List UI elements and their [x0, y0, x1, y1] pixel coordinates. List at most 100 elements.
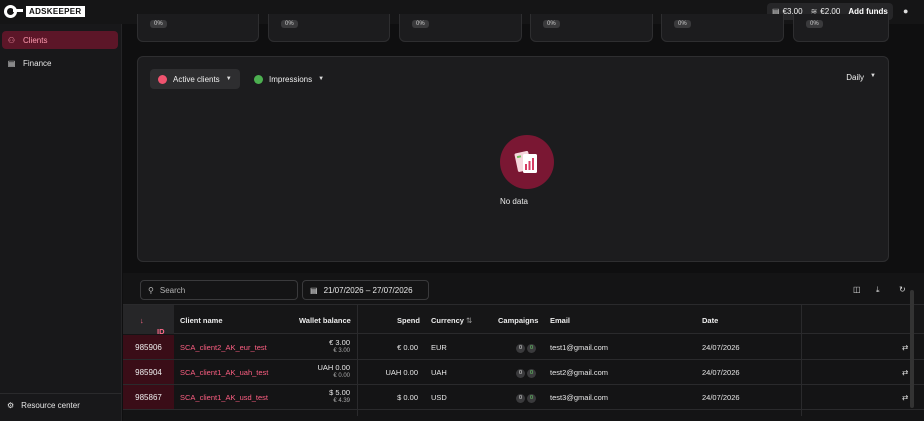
series-select-impressions[interactable]: Impressions ▼ — [246, 69, 332, 89]
search-input[interactable] — [159, 285, 290, 295]
search-icon: ⚲ — [148, 285, 154, 295]
users-icon: ⚇ — [7, 35, 16, 45]
column-header-client-name[interactable]: Client name — [180, 316, 223, 325]
refresh-icon[interactable]: ↻ — [899, 285, 906, 294]
stat-card: 0% — [793, 14, 889, 42]
campaign-counts: 00 — [516, 367, 538, 378]
stat-card: 0% — [268, 14, 390, 42]
email-value: test3@gmail.com — [550, 393, 609, 402]
table-row[interactable]: 985906 SCA_client2_AK_eur_test € 3.00 € … — [123, 335, 924, 360]
cell-id: 985867 — [123, 385, 174, 409]
date-value: 24/07/2026 — [702, 343, 740, 352]
stat-card: 0% — [137, 14, 259, 42]
scrollbar[interactable] — [910, 290, 914, 408]
wallet-balance-converted: € 3.00 — [333, 348, 350, 354]
spend-value: $ 0.00 — [397, 393, 418, 402]
period-label: Daily — [846, 73, 865, 82]
date-range-value: 21/07/2026 – 27/07/2026 — [323, 285, 413, 295]
caret-down-icon: ▼ — [870, 73, 876, 79]
column-divider — [801, 304, 802, 416]
date-value: 24/07/2026 — [702, 368, 740, 377]
series-color-dot — [158, 74, 167, 84]
table-header: ID ↓ Client name Wallet balance Spend Cu… — [123, 304, 924, 336]
table-row[interactable]: 985867 SCA_client1_AK_usd_test $ 5.00 € … — [123, 385, 924, 410]
email-value: test2@gmail.com — [550, 368, 609, 377]
currency-label-text: Currency — [431, 316, 464, 325]
logo[interactable]: ADSKEEPER — [4, 5, 85, 18]
logo-text: ADSKEEPER — [26, 6, 85, 17]
series-color-dot — [254, 74, 263, 84]
campaigns-paused-badge: 0 — [516, 369, 525, 378]
clients-table-area: ⚲ ▤ 21/07/2026 – 27/07/2026 ◫ ⤓ ↻ ID ↓ C… — [123, 273, 924, 421]
currency-value: UAH — [431, 368, 447, 377]
client-name-link[interactable]: SCA_client1_AK_uah_test — [180, 368, 268, 377]
logo-mark-icon — [4, 5, 23, 18]
sidebar-item-label: Finance — [23, 58, 52, 68]
campaigns-active-badge: 0 — [527, 369, 536, 378]
cell-id: 985906 — [123, 335, 174, 359]
campaigns-paused-badge: 0 — [516, 344, 525, 353]
column-header-campaigns[interactable]: Campaigns — [498, 316, 538, 325]
column-header-spend[interactable]: Spend — [397, 316, 420, 325]
wallet-balance-converted: € 4.39 — [333, 398, 350, 404]
client-name-link[interactable]: SCA_client2_AK_eur_test — [180, 343, 267, 352]
stat-change-badge: 0% — [281, 20, 298, 28]
campaigns-active-badge: 0 — [527, 344, 536, 353]
finance-chart-icon: ▤ — [7, 58, 16, 68]
column-header-email[interactable]: Email — [550, 316, 570, 325]
spend-value: UAH 0.00 — [385, 368, 418, 377]
stat-change-badge: 0% — [150, 20, 167, 28]
search-field[interactable]: ⚲ — [140, 280, 298, 300]
user-profile-icon[interactable]: ● — [903, 6, 908, 16]
column-header-wallet-balance[interactable]: Wallet balance — [299, 316, 351, 325]
series-select-active-clients[interactable]: Active clients ▼ — [150, 69, 240, 89]
stat-card: 0% — [399, 14, 522, 42]
login-as-client-icon[interactable]: ⇄ — [902, 393, 908, 402]
no-data-text: No data — [499, 197, 529, 206]
email-value: test1@gmail.com — [550, 343, 609, 352]
stat-change-badge: 0% — [806, 20, 823, 28]
sidebar-item-finance[interactable]: ▤ Finance — [2, 54, 118, 72]
table-row[interactable]: 985904 SCA_client1_AK_uah_test UAH 0.00 … — [123, 360, 924, 385]
login-as-client-icon[interactable]: ⇄ — [902, 368, 908, 377]
login-as-client-icon[interactable]: ⇄ — [902, 343, 908, 352]
sort-icon: ⇅ — [466, 316, 473, 325]
campaigns-active-badge: 0 — [527, 394, 536, 403]
no-data-icon — [500, 135, 554, 189]
period-select[interactable]: Daily ▼ — [846, 73, 876, 82]
sidebar-item-clients[interactable]: ⚇ Clients — [2, 31, 118, 49]
resource-center-link[interactable]: ⚙ Resource center — [2, 396, 80, 414]
campaign-counts: 00 — [516, 392, 538, 403]
series-label: Active clients — [173, 74, 220, 84]
currency-value: USD — [431, 393, 447, 402]
wallet-balance: € 3.00 — [329, 338, 350, 347]
column-divider — [357, 304, 358, 416]
sidebar-divider — [0, 393, 121, 394]
columns-toggle-icon[interactable]: ◫ — [853, 285, 861, 294]
column-header-id[interactable]: ID ↓ — [123, 305, 174, 336]
stat-change-badge: 0% — [674, 20, 691, 28]
stat-card: 0% — [661, 14, 784, 42]
chart-panel: Active clients ▼ Impressions ▼ Daily ▼ N… — [137, 56, 889, 262]
currency-value: EUR — [431, 343, 447, 352]
caret-down-icon: ▼ — [225, 76, 232, 82]
resource-center-label: Resource center — [21, 400, 80, 410]
client-name-link[interactable]: SCA_client1_AK_usd_test — [180, 393, 268, 402]
cell-id: 985904 — [123, 360, 174, 384]
column-header-date[interactable]: Date — [702, 316, 718, 325]
column-header-id-label: ID ↓ — [140, 316, 165, 336]
resource-center-icon: ⚙ — [7, 400, 15, 410]
column-header-currency[interactable]: Currency ⇅ — [431, 316, 472, 325]
date-range-picker[interactable]: ▤ 21/07/2026 – 27/07/2026 — [302, 280, 429, 300]
download-icon[interactable]: ⤓ — [876, 285, 880, 295]
date-value: 24/07/2026 — [702, 393, 740, 402]
stat-card: 0% — [530, 14, 653, 42]
stat-change-badge: 0% — [543, 20, 560, 28]
campaign-counts: 00 — [516, 342, 538, 353]
stat-change-badge: 0% — [412, 20, 429, 28]
series-label: Impressions — [269, 74, 313, 84]
calendar-icon: ▤ — [310, 285, 318, 295]
caret-down-icon: ▼ — [318, 76, 325, 82]
wallet-balance: UAH 0.00 — [317, 363, 350, 372]
campaigns-paused-badge: 0 — [516, 394, 525, 403]
